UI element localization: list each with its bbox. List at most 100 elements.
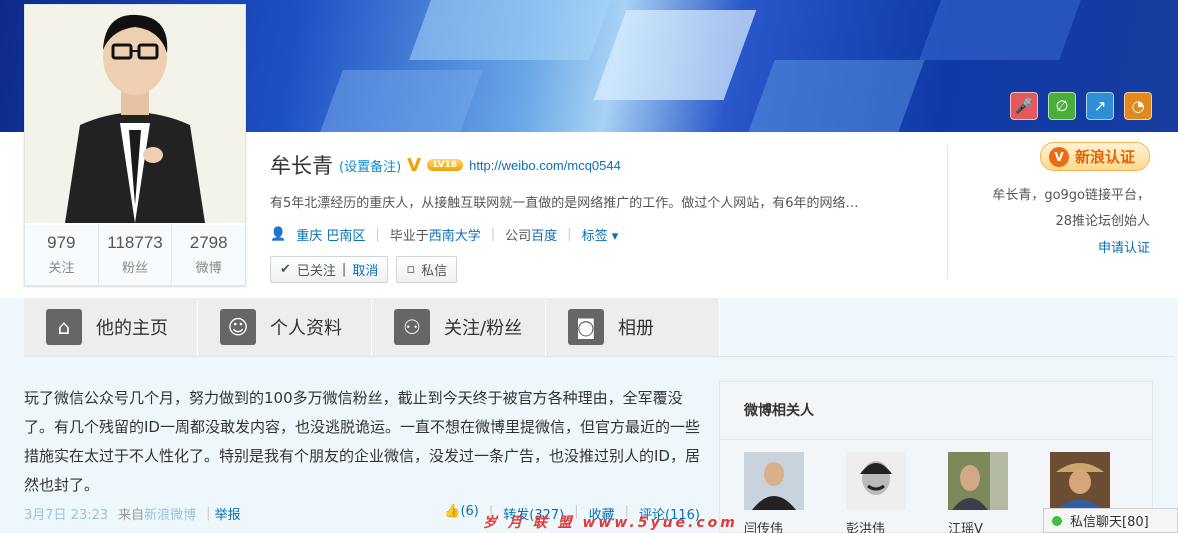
person-name[interactable]: 彭洪伟 — [846, 518, 906, 533]
message-icon: ▫ — [406, 262, 416, 277]
chat-label: 私信聊天[80] — [1070, 515, 1149, 530]
user-icon: 👤 — [270, 227, 287, 242]
link-icon[interactable]: ∅ — [1048, 92, 1076, 120]
location-link[interactable]: 重庆 巴南区 — [296, 225, 365, 244]
sina-verify-badge[interactable]: V 新浪认证 — [1039, 142, 1150, 171]
level-badge[interactable]: LV18 — [427, 159, 464, 171]
source-prefix: 来自 — [118, 508, 145, 523]
company-prefix: 公司 — [505, 229, 532, 244]
check-icon: ✔ — [280, 262, 291, 277]
banner-shape — [593, 10, 757, 100]
education-info: 毕业于西南大学 — [390, 225, 481, 244]
avatar[interactable] — [25, 5, 245, 223]
verify-desc-line: 牟长青，go9go链接平台， — [992, 188, 1150, 203]
following-button[interactable]: ✔ 已关注 | 取消 — [270, 256, 389, 283]
tab-home[interactable]: ⌂ 他的主页 — [24, 298, 198, 356]
divider: | — [206, 506, 211, 521]
verify-v-icon: V — [1048, 146, 1069, 167]
tags-label: 标签 — [581, 229, 608, 244]
tab-label: 关注/粉丝 — [444, 318, 523, 339]
banner-shape — [317, 70, 483, 132]
person-name[interactable]: 闫传伟 — [744, 518, 804, 533]
verify-description: 牟长青，go9go链接平台， 28推论坛创始人 — [960, 183, 1150, 235]
person-icon: ☺ — [220, 309, 256, 345]
count-label: 微博 — [195, 261, 222, 276]
post-source-link[interactable]: 新浪微博 — [144, 504, 196, 523]
people-icon: ⚇ — [394, 309, 430, 345]
related-person[interactable]: 彭洪伟 — [846, 452, 906, 533]
profile-url-link[interactable]: http://weibo.com/mcq0544 — [469, 158, 621, 173]
related-person[interactable]: 江瑶V — [948, 452, 1008, 533]
post-time-link[interactable]: 3月7日 23:23 — [24, 504, 108, 523]
banner-shape — [409, 0, 611, 60]
verify-desc-line: 28推论坛创始人 — [1055, 214, 1150, 229]
report-link[interactable]: 举报 — [215, 504, 241, 523]
message-label: 私信 — [421, 264, 448, 279]
count-number: 2798 — [189, 233, 228, 252]
message-button[interactable]: ▫ 私信 — [396, 256, 458, 283]
watermark: 岁 月 联 盟 www.5yue.com — [483, 515, 738, 531]
count-label: 关注 — [48, 261, 75, 276]
avatar[interactable] — [744, 452, 804, 510]
camera-icon: ◙ — [568, 309, 604, 345]
profile-name: 牟长青 — [270, 154, 333, 178]
like-button[interactable]: 👍(6) — [444, 504, 479, 523]
divider — [24, 356, 1174, 357]
verified-v-icon: V — [407, 154, 422, 176]
count-label: 粉丝 — [122, 261, 149, 276]
avatar[interactable] — [1050, 452, 1110, 510]
chart-icon[interactable]: ◔ — [1124, 92, 1152, 120]
following-count[interactable]: 979 关注 — [25, 225, 99, 285]
tab-follow[interactable]: ⚇ 关注/粉丝 — [372, 298, 546, 356]
tab-label: 他的主页 — [96, 318, 168, 339]
like-count: (6) — [460, 504, 479, 519]
online-status-icon — [1052, 515, 1062, 526]
profile-meta: 👤 重庆 巴南区 | 毕业于西南大学 | 公司百度 | 标签 ▾ — [270, 225, 930, 244]
verify-badge-label: 新浪认证 — [1074, 148, 1135, 166]
profile-info: 牟长青 (设置备注) V LV18 http://weibo.com/mcq05… — [270, 150, 930, 283]
profile-counts: 979 关注 118773 粉丝 2798 微博 — [25, 225, 245, 285]
profile-bio: 有5年北漂经历的重庆人，从接触互联网就一直做的是网络推广的工作。做过个人网站，有… — [270, 196, 859, 211]
related-person[interactable]: 闫传伟 — [744, 452, 804, 533]
person-name[interactable]: 江瑶V — [948, 518, 1008, 533]
divider: | — [341, 262, 347, 277]
profile-tabs: ⌂ 他的主页 ☺ 个人资料 ⚇ 关注/粉丝 ◙ 相册 — [24, 298, 720, 356]
share-icon[interactable]: ↗ — [1086, 92, 1114, 120]
thumbs-up-icon: 👍 — [444, 504, 461, 519]
caret-down-icon: ▾ — [611, 229, 619, 244]
house-icon: ⌂ — [46, 309, 82, 345]
tags-dropdown[interactable]: 标签 ▾ — [582, 225, 619, 244]
tab-profile[interactable]: ☺ 个人资料 — [198, 298, 372, 356]
posts-count[interactable]: 2798 微博 — [172, 225, 245, 285]
divider: | — [375, 227, 380, 242]
microphone-icon[interactable]: 🎤 — [1010, 92, 1038, 120]
private-chat-bar[interactable]: 私信聊天[80] — [1043, 508, 1178, 533]
set-remark-link[interactable]: (设置备注) — [339, 156, 401, 175]
tab-label: 个人资料 — [270, 318, 342, 339]
name-row: 牟长青 (设置备注) V LV18 http://weibo.com/mcq05… — [270, 150, 930, 180]
tab-label: 相册 — [618, 318, 654, 339]
panel-title: 微博相关人 — [720, 382, 1152, 440]
action-buttons: ✔ 已关注 | 取消 ▫ 私信 — [270, 256, 930, 283]
company-info: 公司百度 — [505, 225, 557, 244]
school-link[interactable]: 西南大学 — [429, 229, 481, 244]
unfollow-link[interactable]: 取消 — [352, 260, 378, 279]
following-label: 已关注 — [296, 264, 336, 279]
verification-panel: V 新浪认证 牟长青，go9go链接平台， 28推论坛创始人 申请认证 — [960, 142, 1150, 256]
company-link[interactable]: 百度 — [531, 229, 557, 244]
avatar[interactable] — [948, 452, 1008, 510]
divider: | — [567, 227, 572, 242]
banner-shape — [745, 60, 925, 132]
divider: | — [490, 227, 496, 242]
banner-icon-group: 🎤 ∅ ↗ ◔ — [1010, 92, 1152, 120]
banner-shape — [919, 0, 1081, 60]
weibo-post: 玩了微信公众号几个月，努力做到的100多万微信粉丝，截止到今天终于被官方各种理由… — [24, 384, 700, 523]
divider — [947, 145, 948, 279]
followers-count[interactable]: 118773 粉丝 — [99, 225, 173, 285]
tab-album[interactable]: ◙ 相册 — [546, 298, 720, 356]
count-number: 118773 — [107, 233, 163, 252]
apply-verify-link[interactable]: 申请认证 — [960, 237, 1150, 256]
education-prefix: 毕业于 — [389, 229, 429, 244]
count-number: 979 — [47, 233, 76, 252]
avatar[interactable] — [846, 452, 906, 510]
